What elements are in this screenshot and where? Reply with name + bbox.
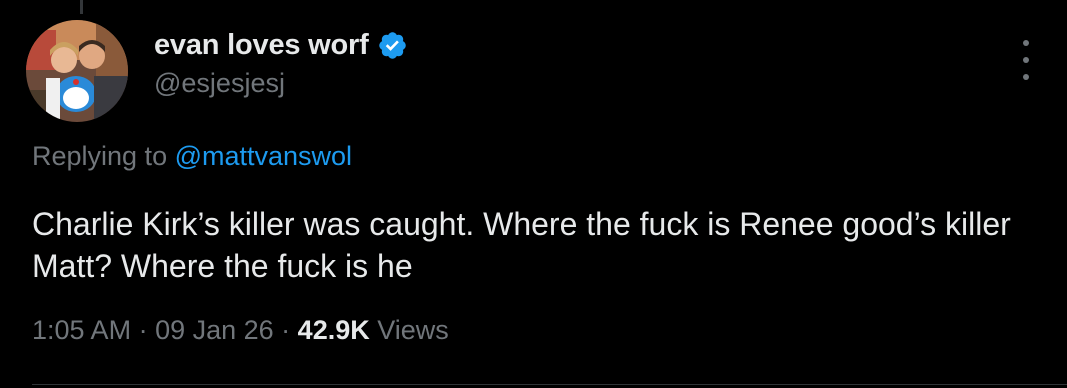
divider bbox=[32, 384, 1067, 385]
tweet-time[interactable]: 1:05 AM bbox=[32, 315, 131, 345]
tweet-meta: 1:05 AM · 09 Jan 26 · 42.9K Views bbox=[32, 315, 449, 346]
display-name[interactable]: evan loves worf bbox=[154, 29, 369, 62]
more-options-icon[interactable] bbox=[1016, 40, 1036, 80]
avatar[interactable] bbox=[26, 20, 128, 122]
verified-badge-icon bbox=[377, 30, 408, 61]
thread-connector-line bbox=[80, 0, 83, 14]
avatar-image bbox=[26, 20, 128, 122]
more-dot bbox=[1023, 40, 1029, 46]
more-dot bbox=[1023, 57, 1029, 63]
more-dot bbox=[1023, 74, 1029, 80]
reply-mention-link[interactable]: @mattvanswol bbox=[175, 141, 352, 171]
replying-to: Replying to @mattvanswol bbox=[32, 141, 352, 172]
views-label: Views bbox=[369, 315, 449, 345]
views-count[interactable]: 42.9K bbox=[298, 315, 370, 345]
meta-separator: · bbox=[273, 315, 298, 345]
tweet-text: Charlie Kirk’s killer was caught. Where … bbox=[32, 206, 1011, 284]
author-handle[interactable]: @esjesjesj bbox=[154, 68, 285, 99]
author-name-row[interactable]: evan loves worf bbox=[154, 28, 408, 62]
tweet-date[interactable]: 09 Jan 26 bbox=[155, 315, 274, 345]
replying-prefix: Replying to bbox=[32, 141, 175, 171]
meta-separator: · bbox=[131, 315, 156, 345]
